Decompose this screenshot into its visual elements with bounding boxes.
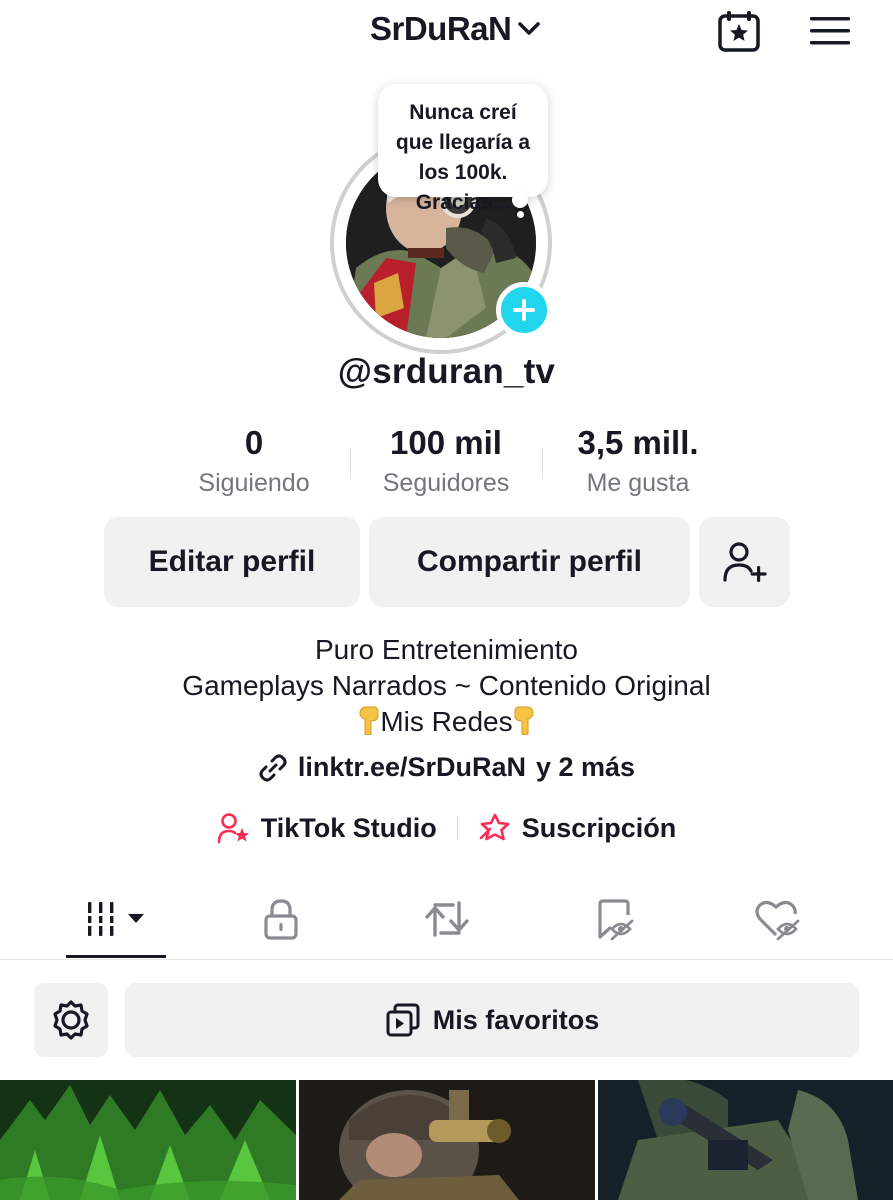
calendar-star-icon[interactable] (713, 8, 765, 54)
stat-label: Seguidores (382, 469, 510, 497)
profile-tabs (0, 880, 893, 960)
video-thumbnail[interactable] (0, 1080, 296, 1200)
pointing-down-emoji-icon (514, 706, 534, 735)
active-tab-indicator (66, 955, 166, 958)
link-icon (259, 754, 287, 781)
bio-link-more[interactable]: y 2 más (536, 752, 635, 783)
profile-handle: @srduran_tv (337, 352, 556, 391)
video-thumbnail[interactable] (299, 1080, 595, 1200)
add-friends-button[interactable] (699, 517, 790, 607)
video-settings-button[interactable] (34, 983, 108, 1057)
bio-line: Gameplays Narrados ~ Contenido Original (182, 670, 711, 701)
add-avatar-button[interactable] (496, 282, 552, 338)
tab-private[interactable] (231, 880, 331, 958)
bio-link-text[interactable]: linktr.ee/SrDuRaN (298, 752, 526, 783)
liked-hidden-icon (755, 900, 800, 941)
tools-divider (456, 816, 458, 840)
pointing-down-emoji-icon (359, 706, 379, 735)
stat-followers[interactable]: 100 mil Seguidores (356, 422, 536, 502)
profile-stats: 0 Siguiendo 100 mil Seguidores 3,5 mill.… (0, 422, 893, 504)
tab-favorites[interactable] (564, 880, 664, 958)
tiktok-studio-label: TikTok Studio (260, 812, 437, 843)
note-bubble-dot (517, 211, 524, 218)
bio-line-socials: Mis Redes (0, 704, 893, 740)
stat-label: Siguiendo (198, 469, 310, 497)
chevron-down-icon (518, 22, 541, 35)
lock-icon (264, 899, 298, 940)
tab-videos[interactable] (66, 880, 166, 958)
video-grid (0, 1080, 893, 1200)
stat-value: 100 mil (390, 424, 502, 461)
playlist-icon (386, 1003, 420, 1037)
bio-socials-label: Mis Redes (380, 706, 513, 737)
videos-grid-icon (87, 902, 144, 936)
stat-value: 3,5 mill. (577, 424, 699, 461)
subscription-button[interactable]: Suscripción (478, 812, 677, 844)
bio-link-row[interactable]: linktr.ee/SrDuRaN y 2 más (0, 752, 893, 783)
subscription-star-icon (479, 813, 510, 841)
repost-icon (425, 901, 469, 937)
subscription-label: Suscripción (521, 812, 677, 843)
favorites-hidden-icon (598, 899, 634, 941)
share-profile-button[interactable]: Compartir perfil (369, 517, 690, 607)
creator-tools-row: TikTok Studio Suscripción (0, 812, 893, 844)
stat-following[interactable]: 0 Siguiendo (174, 422, 334, 502)
gear-icon (53, 1000, 89, 1040)
my-favorites-button[interactable]: Mis favoritos (125, 983, 859, 1057)
hamburger-menu-icon[interactable] (806, 12, 854, 50)
edit-profile-button[interactable]: Editar perfil (104, 517, 360, 607)
profile-note-text: Nunca creí que llegaría a los 100k. Grac… (395, 101, 531, 214)
plus-icon (513, 299, 535, 321)
video-thumbnail[interactable] (598, 1080, 893, 1200)
bio-line: Puro Entretenimiento (314, 634, 579, 665)
account-switcher[interactable]: SrDuRaN (370, 8, 541, 50)
stat-value: 0 (244, 424, 264, 461)
profile-note-bubble[interactable]: Nunca creí que llegaría a los 100k. Grac… (378, 84, 548, 214)
stat-label: Me gusta (586, 469, 690, 497)
top-bar: SrDuRaN (0, 0, 893, 62)
stat-divider (350, 448, 351, 478)
studio-person-star-icon (217, 813, 249, 844)
my-favorites-label: Mis favoritos (432, 1004, 600, 1035)
stat-likes[interactable]: 3,5 mill. Me gusta (548, 422, 728, 502)
note-bubble-tail (512, 192, 528, 208)
add-user-icon (722, 542, 767, 582)
tiktok-studio-button[interactable]: TikTok Studio (217, 812, 437, 844)
profile-bio: Puro Entretenimiento Gameplays Narrados … (0, 632, 893, 740)
stat-divider (542, 448, 543, 478)
tab-reposts[interactable] (397, 880, 497, 958)
tab-liked[interactable] (728, 880, 828, 958)
account-username: SrDuRaN (370, 10, 512, 47)
